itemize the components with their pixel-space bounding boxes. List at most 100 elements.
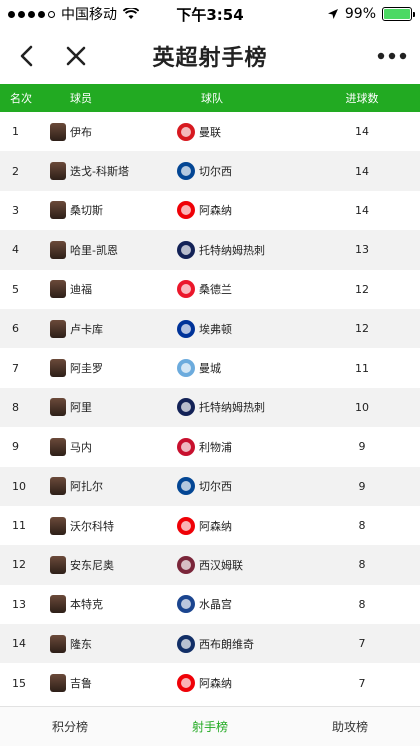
- player-cell: 桑切斯: [42, 201, 177, 220]
- table-row[interactable]: 11 沃尔科特 阿森纳 8: [0, 506, 420, 545]
- team-cell: 西汉姆联: [177, 555, 332, 574]
- battery-percent: 99%: [344, 6, 376, 22]
- table-row[interactable]: 9 马内 利物浦 9: [0, 427, 420, 466]
- team-name: 桑德兰: [199, 283, 232, 297]
- player-avatar: [50, 240, 66, 259]
- player-cell: 本特克: [42, 595, 177, 614]
- player-cell: 沃尔科特: [42, 516, 177, 535]
- table-row[interactable]: 1 伊布 曼联 14: [0, 112, 420, 151]
- table-row[interactable]: 2 迭戈-科斯塔 切尔西 14: [0, 151, 420, 191]
- header-goals: 进球数: [345, 92, 379, 105]
- player-name: 桑切斯: [70, 204, 103, 218]
- table-row[interactable]: 7 阿圭罗 曼城 11: [0, 348, 420, 387]
- battery-icon: [382, 7, 415, 21]
- player-name: 本特克: [70, 598, 103, 612]
- status-right: 99%: [327, 6, 415, 22]
- goals-cell: 13: [355, 243, 369, 257]
- table-row[interactable]: 4 哈里-凯恩 托特纳姆热刺 13: [0, 230, 420, 270]
- rank-cell: 4: [12, 243, 19, 257]
- team-name: 阿森纳: [199, 519, 232, 533]
- close-button[interactable]: [54, 34, 98, 78]
- player-name: 卢卡库: [70, 322, 103, 336]
- signal-dots-icon: [8, 10, 55, 18]
- team-crest-icon: [177, 201, 195, 220]
- team-crest-icon: [177, 477, 195, 496]
- header-player: 球员: [70, 92, 92, 105]
- goals-cell: 11: [355, 361, 369, 375]
- goals-cell: 14: [355, 164, 369, 178]
- table-row[interactable]: 5 迪福 桑德兰 12: [0, 270, 420, 309]
- player-avatar: [50, 398, 66, 417]
- player-avatar: [50, 319, 66, 338]
- table-row[interactable]: 14 隆东 西布朗维奇 7: [0, 624, 420, 664]
- table-row[interactable]: 10 阿扎尔 切尔西 9: [0, 466, 420, 506]
- table-row[interactable]: 6 卢卡库 埃弗顿 12: [0, 308, 420, 349]
- goals-cell: 14: [355, 125, 369, 139]
- goals-cell: 10: [355, 400, 369, 414]
- table-row[interactable]: 3 桑切斯 阿森纳 14: [0, 191, 420, 230]
- player-name: 阿里: [70, 401, 92, 415]
- team-cell: 西布朗维奇: [177, 634, 332, 653]
- goals-cell: 12: [355, 322, 369, 336]
- table-row[interactable]: 8 阿里 托特纳姆热刺 10: [0, 387, 420, 428]
- goals-cell: 14: [355, 203, 369, 217]
- goals-cell: 12: [355, 282, 369, 296]
- table-row[interactable]: 15 吉鲁 阿森纳 7: [0, 663, 420, 702]
- tab-standings[interactable]: 积分榜: [0, 718, 140, 735]
- back-button[interactable]: [4, 34, 48, 78]
- team-cell: 阿森纳: [177, 201, 332, 220]
- rank-cell: 5: [12, 282, 19, 296]
- tab-scorers[interactable]: 射手榜: [140, 718, 280, 735]
- rank-cell: 11: [12, 519, 26, 533]
- rank-cell: 15: [12, 676, 26, 690]
- player-avatar: [50, 437, 66, 456]
- team-name: 曼联: [199, 125, 221, 139]
- team-cell: 阿森纳: [177, 516, 332, 535]
- rank-cell: 14: [12, 637, 26, 651]
- team-crest-icon: [177, 398, 195, 417]
- goals-cell: 7: [358, 676, 366, 690]
- player-cell: 卢卡库: [42, 319, 177, 338]
- status-left: 中国移动: [8, 4, 139, 24]
- player-avatar: [50, 359, 66, 378]
- location-arrow-icon: [327, 9, 338, 19]
- player-name: 沃尔科特: [70, 519, 114, 533]
- player-name: 迪福: [70, 283, 92, 297]
- team-cell: 托特纳姆热刺: [177, 398, 332, 417]
- team-crest-icon: [177, 162, 195, 181]
- team-name: 曼城: [199, 362, 221, 376]
- player-cell: 阿里: [42, 398, 177, 417]
- player-name: 马内: [70, 440, 92, 454]
- team-crest-icon: [177, 674, 195, 693]
- team-crest-icon: [177, 122, 195, 141]
- player-avatar: [50, 122, 66, 141]
- team-name: 利物浦: [199, 440, 232, 454]
- team-crest-icon: [177, 555, 195, 574]
- player-avatar: [50, 477, 66, 496]
- team-cell: 切尔西: [177, 477, 332, 496]
- player-cell: 马内: [42, 437, 177, 456]
- more-button[interactable]: [370, 34, 414, 78]
- player-cell: 安东尼奥: [42, 555, 177, 574]
- player-avatar: [50, 516, 66, 535]
- more-dots-icon: [377, 52, 407, 60]
- table-row[interactable]: 12 安东尼奥 西汉姆联 8: [0, 545, 420, 585]
- team-crest-icon: [177, 437, 195, 456]
- goals-cell: 7: [358, 637, 366, 651]
- player-cell: 吉鲁: [42, 674, 177, 693]
- goals-cell: 8: [358, 519, 366, 533]
- rank-cell: 9: [12, 440, 19, 454]
- tab-bar: 积分榜 射手榜 助攻榜: [0, 706, 420, 746]
- player-cell: 伊布: [42, 122, 177, 141]
- tab-assists[interactable]: 助攻榜: [280, 718, 420, 735]
- team-cell: 水晶宫: [177, 595, 332, 614]
- team-name: 切尔西: [199, 480, 232, 494]
- player-cell: 隆东: [42, 634, 177, 653]
- team-name: 阿森纳: [199, 204, 232, 218]
- table-row[interactable]: 13 本特克 水晶宫 8: [0, 585, 420, 624]
- team-crest-icon: [177, 634, 195, 653]
- team-name: 埃弗顿: [199, 322, 232, 336]
- close-x-icon: [66, 46, 86, 66]
- team-crest-icon: [177, 240, 195, 259]
- team-cell: 阿森纳: [177, 674, 332, 693]
